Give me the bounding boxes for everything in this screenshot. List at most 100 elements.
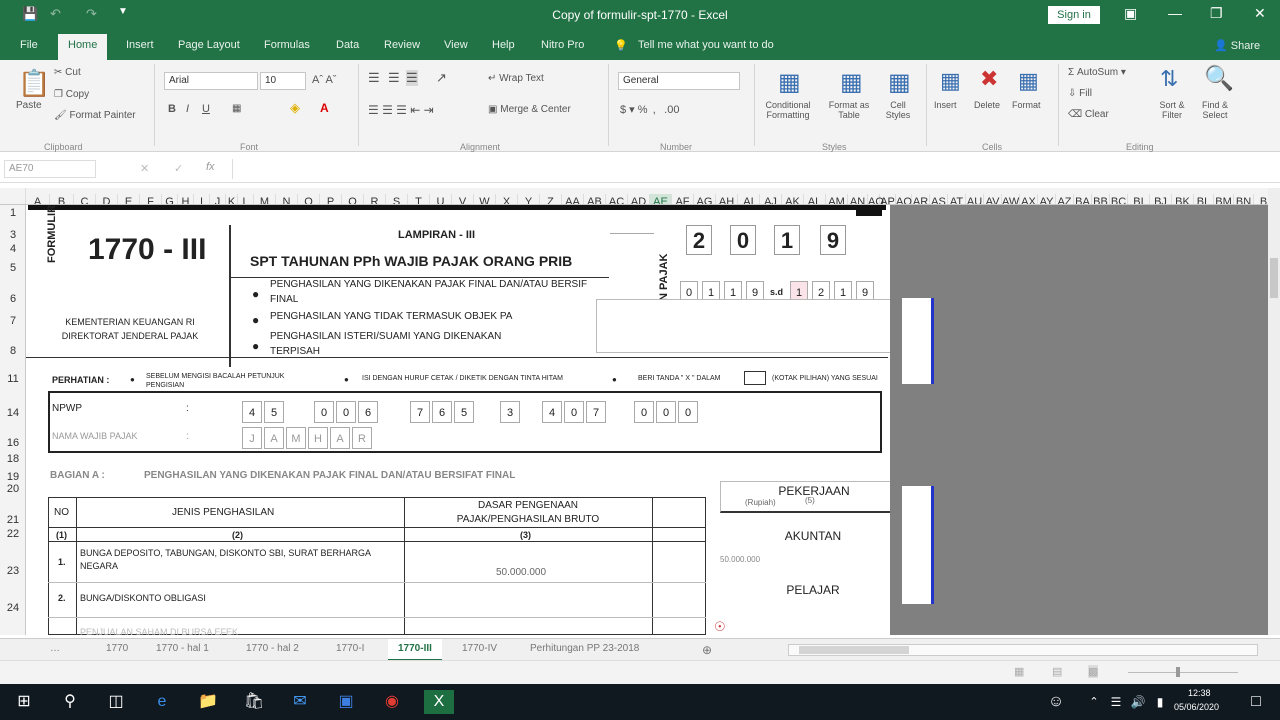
conditional-formatting-button[interactable]: Conditional Formatting <box>758 100 818 120</box>
name-char[interactable]: J <box>242 427 262 449</box>
year-digit[interactable]: 2 <box>686 225 712 255</box>
row-header[interactable]: 18 <box>0 453 26 465</box>
autosum-button[interactable]: Σ AutoSum ▾ <box>1068 67 1126 78</box>
network-icon[interactable]: ☰ <box>1104 690 1128 714</box>
row-header[interactable]: 24 <box>0 602 26 614</box>
name-char[interactable]: H <box>308 427 328 449</box>
column-header[interactable]: AC <box>606 194 628 204</box>
npwp-digit[interactable]: 0 <box>336 401 356 423</box>
worksheet-grid[interactable]: FORMULIR 1770 - III KEMENTERIAN KEUANGAN… <box>26 205 890 635</box>
npwp-digit[interactable]: 7 <box>410 401 430 423</box>
sheet-tab[interactable]: 1770 - hal 1 <box>156 643 209 654</box>
dropdown-option[interactable]: PEKERJAAN (Rupiah) (5) <box>720 481 890 513</box>
format-cells-icon[interactable]: ▦ <box>1018 68 1039 94</box>
column-header[interactable]: V <box>452 194 474 204</box>
add-sheet-icon[interactable]: ⊕ <box>702 643 712 657</box>
wrap-text-button[interactable]: ↵ Wrap Text <box>488 73 544 84</box>
delete-cells-icon[interactable]: ✖ <box>980 66 998 92</box>
row-header[interactable]: 20 <box>0 483 26 495</box>
select-all-corner[interactable] <box>0 188 26 204</box>
row-header[interactable]: 4 <box>0 243 26 255</box>
clock-date[interactable]: 05/06/2020 <box>1174 702 1219 712</box>
sort-filter-icon[interactable]: ⇅ <box>1160 66 1178 92</box>
year-digit[interactable]: 0 <box>730 225 756 255</box>
sign-in-button[interactable]: Sign in <box>1048 6 1100 24</box>
tab-help[interactable]: Help <box>492 39 515 51</box>
column-header[interactable]: AJ <box>760 194 782 204</box>
tab-page-layout[interactable]: Page Layout <box>178 39 240 51</box>
column-header[interactable]: T <box>408 194 430 204</box>
align-middle-icon[interactable]: ☰ <box>388 70 400 86</box>
windows-start-icon[interactable]: ⊞ <box>12 690 36 714</box>
column-header[interactable]: S <box>386 194 408 204</box>
sheet-tab[interactable]: 1770-IV <box>462 643 497 654</box>
tab-data[interactable]: Data <box>336 39 359 51</box>
copy-button[interactable]: ❐ Copy <box>54 89 89 100</box>
find-select-button[interactable]: Find & Select <box>1192 100 1238 120</box>
column-header[interactable]: AB <box>584 194 606 204</box>
column-header[interactable]: U <box>430 194 452 204</box>
column-header[interactable]: Y <box>518 194 540 204</box>
fill-button[interactable]: ⇩ Fill <box>1068 88 1092 99</box>
column-header[interactable]: AY <box>1038 194 1056 204</box>
dropdown-option[interactable]: AKUNTAN <box>720 523 890 549</box>
column-header[interactable]: BL <box>1194 194 1214 204</box>
name-char[interactable]: A <box>264 427 284 449</box>
column-header[interactable]: AS <box>930 194 948 204</box>
column-header[interactable]: A <box>26 194 50 204</box>
row-header[interactable]: 1 <box>0 207 26 219</box>
align-bottom-icon[interactable]: ☰ <box>406 70 418 86</box>
format-cells-button[interactable]: Format <box>1012 100 1041 110</box>
row-header[interactable]: 16 <box>0 437 26 449</box>
column-header[interactable]: AM <box>826 194 848 204</box>
column-header[interactable]: B <box>1254 194 1268 204</box>
column-header[interactable]: K <box>226 194 238 204</box>
column-header[interactable]: AG <box>694 194 716 204</box>
cell-styles-button[interactable]: Cell Styles <box>878 100 918 120</box>
row-header[interactable]: 7 <box>0 315 26 327</box>
year-digit[interactable]: 9 <box>820 225 846 255</box>
row-value[interactable]: 50.000.000 <box>496 567 546 578</box>
row-header[interactable]: 22 <box>0 528 26 540</box>
tab-file[interactable]: File <box>20 39 38 51</box>
column-header[interactable]: AT <box>948 194 966 204</box>
column-header[interactable]: L <box>238 194 254 204</box>
npwp-digit[interactable]: 3 <box>500 401 520 423</box>
sheet-tab[interactable]: Perhitungan PP 23-2018 <box>530 643 639 654</box>
formula-input[interactable] <box>232 159 1272 179</box>
volume-icon[interactable]: 🔊 <box>1126 690 1150 714</box>
dropdown-option[interactable]: PELAJAR <box>720 577 890 603</box>
underline-icon[interactable]: U <box>202 103 210 115</box>
column-header[interactable]: BC <box>1110 194 1128 204</box>
row-header[interactable]: 5 <box>0 262 26 274</box>
npwp-digit[interactable]: 0 <box>314 401 334 423</box>
row-header[interactable]: 19 <box>0 471 26 483</box>
paste-icon[interactable]: 📋 <box>18 68 50 99</box>
npwp-digit[interactable]: 0 <box>656 401 676 423</box>
ribbon-display-icon[interactable]: ▣ <box>1124 5 1137 22</box>
word-icon[interactable]: ▣ <box>334 690 358 714</box>
excel-icon[interactable]: X <box>424 690 454 714</box>
tab-review[interactable]: Review <box>384 39 420 51</box>
insert-function-button[interactable]: fx <box>206 161 215 173</box>
shape-handle[interactable] <box>902 298 934 384</box>
delete-cells-button[interactable]: Delete <box>974 100 1000 110</box>
page-layout-view-icon[interactable]: ▤ <box>1052 665 1062 678</box>
minimize-icon[interactable]: — <box>1168 5 1182 21</box>
column-header[interactable]: BI <box>1128 194 1150 204</box>
scroll-tabs-icon[interactable]: … <box>50 643 60 654</box>
sheet-tab-active[interactable]: 1770-III <box>388 639 442 661</box>
column-header[interactable]: AA <box>562 194 584 204</box>
npwp-digit[interactable]: 4 <box>542 401 562 423</box>
column-header[interactable]: F <box>140 194 162 204</box>
column-header[interactable]: AK <box>782 194 804 204</box>
column-header[interactable]: AQ <box>896 194 912 204</box>
search-icon[interactable]: ⚲ <box>58 690 82 714</box>
column-header[interactable]: G <box>162 194 178 204</box>
bold-icon[interactable]: B <box>168 103 176 115</box>
npwp-digit[interactable]: 5 <box>264 401 284 423</box>
zoom-slider[interactable] <box>1128 672 1238 673</box>
italic-icon[interactable]: I <box>186 103 189 115</box>
clear-button[interactable]: ⌫ Clear <box>1068 109 1109 120</box>
column-header[interactable]: O <box>298 194 320 204</box>
